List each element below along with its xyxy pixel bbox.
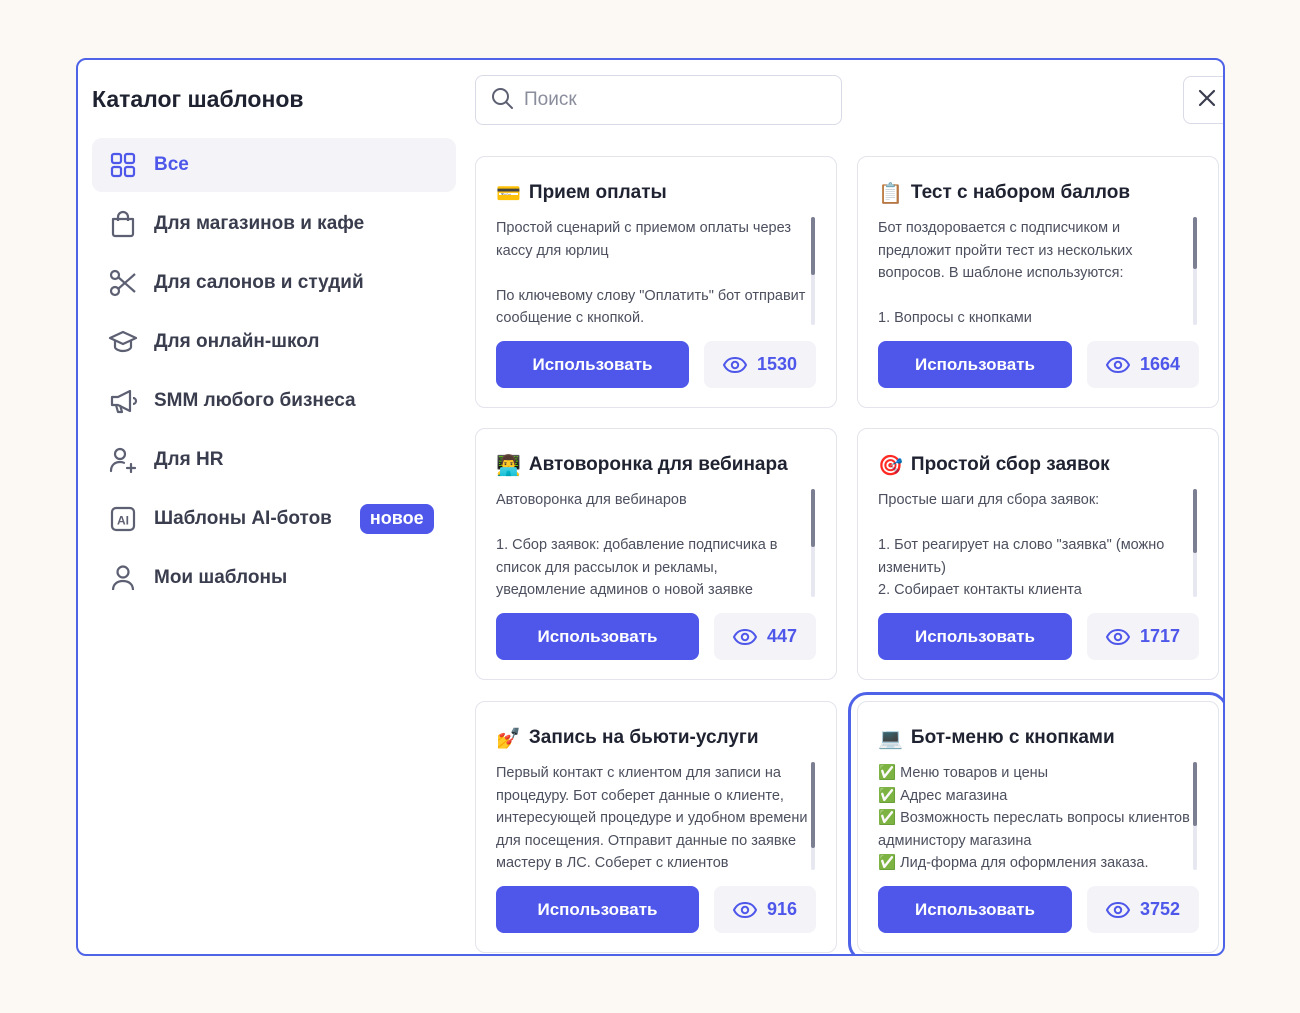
views-count: 1530 (756, 354, 798, 374)
category-label: Шаблоны AI-ботов (154, 508, 332, 529)
scissors-icon (108, 268, 138, 298)
views-counter: 1530 (704, 341, 816, 388)
card-description: Простые шаги для сбора заявок: 1. Бот ре… (878, 492, 1165, 598)
scrollbar[interactable] (1193, 762, 1197, 870)
category-label: Все (154, 154, 189, 175)
category-label: Для HR (154, 449, 224, 470)
user-plus-icon (108, 445, 138, 475)
scrollbar[interactable] (1193, 217, 1197, 325)
developer-icon: 👨‍💻 (496, 453, 521, 477)
card-description: Автоворонка для вебинаров 1. Сбор заявок… (496, 492, 778, 598)
eye-icon (732, 901, 757, 918)
category-all[interactable]: Все (92, 138, 456, 192)
category-list: Все Для магазинов и кафе Для салонов и с… (92, 138, 456, 610)
target-icon: 🎯 (878, 453, 903, 477)
eye-icon (1105, 901, 1130, 918)
megaphone-icon (108, 386, 138, 416)
clipboard-icon: 📋 (878, 181, 903, 205)
category-label: Мои шаблоны (154, 567, 288, 588)
views-counter: 447 (714, 613, 816, 660)
user-icon (108, 563, 138, 593)
eye-icon (1105, 628, 1130, 645)
card-title: Запись на бьюти-услуги (528, 727, 759, 748)
use-template-button[interactable]: Использовать (496, 613, 699, 660)
category-salons[interactable]: Для салонов и студий (92, 256, 456, 310)
scrollbar[interactable] (811, 489, 815, 597)
grid-icon (108, 150, 138, 180)
card-title: Автоворонка для вебинара (528, 454, 788, 475)
category-ai-bots[interactable]: AI Шаблоны AI-ботов новое (92, 492, 456, 546)
template-card: 🎯 Простой сбор заявок Простые шаги для с… (857, 428, 1219, 680)
use-template-button[interactable]: Использовать (878, 886, 1072, 933)
category-my-templates[interactable]: Мои шаблоны (92, 551, 456, 605)
template-card: 💅 Запись на бьюти-услуги Первый контакт … (475, 701, 837, 953)
card-description: Первый контакт с клиентом для записи на … (496, 765, 808, 871)
template-card-selected: 💻 Бот-меню с кнопками ✅ Меню товаров и ц… (848, 692, 1223, 954)
views-counter: 1664 (1087, 341, 1199, 388)
ai-icon: AI (108, 504, 138, 534)
catalog-title: Каталог шаблонов (92, 86, 304, 112)
use-template-button[interactable]: Использовать (496, 341, 689, 388)
category-schools[interactable]: Для онлайн-школ (92, 315, 456, 369)
eye-icon (1105, 356, 1130, 373)
card-title: Бот-меню с кнопками (910, 727, 1115, 748)
views-counter: 1717 (1087, 613, 1199, 660)
views-count: 1717 (1139, 626, 1181, 646)
category-label: Для магазинов и кафе (154, 213, 365, 234)
category-smm[interactable]: SMM любого бизнеса (92, 374, 456, 428)
scrollbar[interactable] (811, 217, 815, 325)
nail-polish-icon: 💅 (496, 726, 521, 750)
views-count: 3752 (1139, 899, 1181, 919)
use-template-button[interactable]: Использовать (496, 886, 699, 933)
card-title: Тест с набором баллов (910, 182, 1131, 203)
views-counter: 3752 (1087, 886, 1199, 933)
card-title: Прием оплаты (528, 182, 667, 203)
template-card: 📋 Тест с набором баллов Бот поздороваетс… (857, 156, 1219, 408)
eye-icon (722, 356, 747, 373)
search-box[interactable] (475, 75, 842, 125)
views-count: 1664 (1139, 354, 1181, 374)
card-title: Простой сбор заявок (910, 454, 1110, 475)
template-catalog-modal: Каталог шаблонов Все Для магазинов и каф… (76, 58, 1225, 956)
scrollbar[interactable] (811, 762, 815, 870)
category-label: Для онлайн-школ (154, 331, 320, 352)
category-label: Для салонов и студий (154, 272, 364, 293)
views-counter: 916 (714, 886, 816, 933)
search-icon (490, 86, 514, 115)
credit-card-icon: 💳 (496, 181, 521, 205)
card-description: Бот поздоровается с подписчиком и предло… (878, 220, 1133, 326)
eye-icon (732, 628, 757, 645)
close-icon (1197, 88, 1217, 113)
scrollbar[interactable] (1193, 489, 1197, 597)
template-card: 💳 Прием оплаты Простой сценарий с приемо… (475, 156, 837, 408)
card-description: ✅ Меню товаров и цены ✅ Адрес магазина ✅… (878, 765, 1190, 871)
card-description: Простой сценарий с приемом оплаты через … (496, 220, 806, 326)
views-count: 447 (766, 626, 798, 646)
views-count: 916 (766, 899, 798, 919)
graduation-cap-icon (108, 327, 138, 357)
laptop-icon: 💻 (878, 726, 903, 750)
new-badge: новое (359, 504, 434, 534)
svg-text:AI: AI (117, 514, 129, 528)
use-template-button[interactable]: Использовать (878, 341, 1072, 388)
category-hr[interactable]: Для HR (92, 433, 456, 487)
use-template-button[interactable]: Использовать (878, 613, 1072, 660)
category-label: SMM любого бизнеса (154, 390, 356, 411)
category-shops[interactable]: Для магазинов и кафе (92, 197, 456, 251)
shopping-bag-icon (108, 209, 138, 239)
close-button[interactable] (1183, 76, 1223, 124)
search-input[interactable] (524, 89, 824, 111)
template-card: 👨‍💻 Автоворонка для вебинара Автоворонка… (475, 428, 837, 680)
